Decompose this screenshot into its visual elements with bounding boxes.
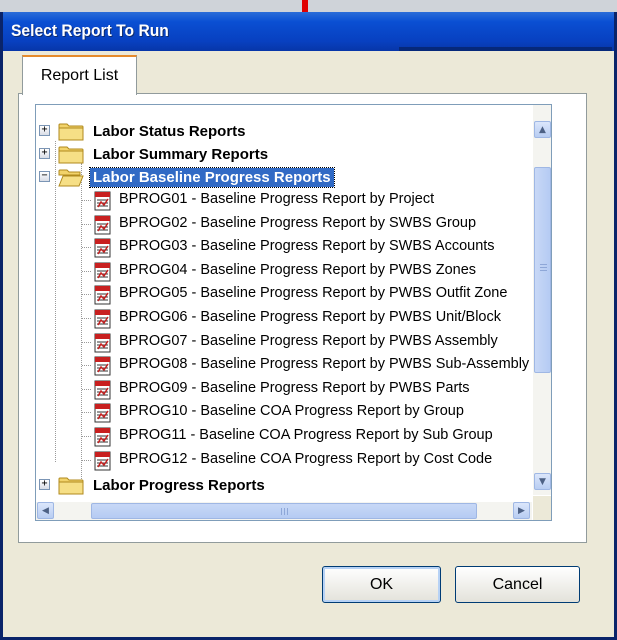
vertical-scrollbar[interactable]: ▲ ▼ (533, 105, 551, 495)
report-item[interactable]: BPROG07 - Baseline Progress Report by PW… (36, 331, 532, 354)
category-label[interactable]: Labor Progress Reports (90, 476, 268, 495)
cancel-button[interactable]: Cancel (455, 566, 580, 603)
report-icon (92, 333, 113, 353)
report-label[interactable]: BPROG02 - Baseline Progress Report by SW… (119, 215, 476, 231)
report-item[interactable]: BPROG05 - Baseline Progress Report by PW… (36, 283, 532, 306)
folder-icon (58, 477, 84, 495)
report-icon (92, 262, 113, 282)
report-label[interactable]: BPROG04 - Baseline Progress Report by PW… (119, 262, 476, 278)
report-label[interactable]: BPROG03 - Baseline Progress Report by SW… (119, 238, 495, 254)
report-icon (92, 238, 113, 258)
tree-guide-line (82, 341, 91, 343)
tab-report-list[interactable]: Report List (22, 55, 137, 95)
expand-icon[interactable]: + (39, 479, 50, 490)
tree-guide-line (82, 436, 91, 437)
window-title: Select Report To Run (11, 21, 169, 40)
report-icon (92, 215, 113, 235)
tree-category-row-selected[interactable]: − Labor Baseline Progress Reports (36, 166, 532, 189)
tree-guide-line (82, 270, 91, 272)
report-item[interactable]: BPROG11 - Baseline COA Progress Report b… (36, 425, 532, 448)
scrollbar-corner (533, 496, 551, 520)
folder-open-icon (58, 169, 84, 187)
report-item[interactable]: BPROG09 - Baseline Progress Report by PW… (36, 378, 532, 401)
report-icon (92, 451, 113, 471)
expand-icon[interactable]: + (39, 148, 50, 159)
report-label[interactable]: BPROG09 - Baseline Progress Report by PW… (119, 380, 470, 396)
tree-guide-line (82, 388, 91, 390)
category-label[interactable]: Labor Status Reports (90, 122, 249, 141)
report-label[interactable]: BPROG10 - Baseline COA Progress Report b… (119, 403, 464, 419)
tree-guide-line (82, 200, 91, 201)
tree-guide-line (82, 459, 91, 461)
folder-icon (58, 123, 84, 141)
report-item[interactable]: BPROG02 - Baseline Progress Report by SW… (36, 213, 532, 236)
report-item[interactable]: BPROG01 - Baseline Progress Report by Pr… (36, 189, 532, 212)
tree-guide-line (82, 318, 91, 319)
horizontal-scroll-thumb[interactable] (91, 503, 477, 519)
report-item[interactable]: BPROG06 - Baseline Progress Report by PW… (36, 307, 532, 330)
title-bar-strip (399, 47, 612, 51)
tree-viewport: + Labor Status Reports + Labor Summary R… (36, 105, 532, 495)
report-label[interactable]: BPROG06 - Baseline Progress Report by PW… (119, 309, 501, 325)
report-label[interactable]: BPROG11 - Baseline COA Progress Report b… (119, 427, 493, 443)
report-item[interactable]: BPROG03 - Baseline Progress Report by SW… (36, 236, 532, 259)
report-label[interactable]: BPROG12 - Baseline COA Progress Report b… (119, 451, 492, 467)
scroll-right-arrow-icon[interactable]: ▶ (513, 502, 530, 519)
expand-icon[interactable]: + (39, 125, 50, 136)
report-label[interactable]: BPROG07 - Baseline Progress Report by PW… (119, 333, 498, 349)
ok-button[interactable]: OK (322, 566, 441, 603)
folder-icon (58, 146, 84, 164)
horizontal-scrollbar[interactable]: ◀ ▶ (36, 502, 532, 520)
report-item[interactable]: BPROG10 - Baseline COA Progress Report b… (36, 401, 532, 424)
scroll-down-arrow-icon[interactable]: ▼ (534, 473, 551, 490)
report-label[interactable]: BPROG08 - Baseline Progress Report by PW… (119, 356, 529, 372)
tree-category-row[interactable]: + Labor Status Reports (36, 120, 532, 143)
report-icon (92, 403, 113, 423)
tree-guide-line (82, 294, 91, 296)
report-item[interactable]: BPROG12 - Baseline COA Progress Report b… (36, 449, 532, 472)
title-bar[interactable]: Select Report To Run (3, 12, 614, 51)
tree-guide-line (82, 247, 91, 249)
tree-guide-line (82, 365, 91, 367)
tree-category-row[interactable]: + Labor Summary Reports (36, 143, 532, 166)
scroll-up-arrow-icon[interactable]: ▲ (534, 121, 551, 138)
report-label[interactable]: BPROG05 - Baseline Progress Report by PW… (119, 285, 507, 301)
tree-category-row[interactable]: + Labor Progress Reports (36, 474, 532, 495)
report-tree[interactable]: + Labor Status Reports + Labor Summary R… (35, 104, 552, 521)
report-item[interactable]: BPROG08 - Baseline Progress Report by PW… (36, 354, 532, 377)
report-icon (92, 309, 113, 329)
category-label[interactable]: Labor Summary Reports (90, 145, 271, 164)
tree-guide-line (82, 412, 91, 414)
report-icon (92, 191, 113, 211)
report-label[interactable]: BPROG01 - Baseline Progress Report by Pr… (119, 191, 434, 207)
report-item[interactable]: BPROG04 - Baseline Progress Report by PW… (36, 260, 532, 283)
scroll-left-arrow-icon[interactable]: ◀ (37, 502, 54, 519)
report-icon (92, 285, 113, 305)
collapse-icon[interactable]: − (39, 171, 50, 182)
vertical-scroll-thumb[interactable] (534, 167, 551, 373)
category-label[interactable]: Labor Baseline Progress Reports (89, 167, 335, 188)
tree-guide-line (82, 223, 91, 225)
report-icon (92, 427, 113, 447)
report-icon (92, 380, 113, 400)
report-icon (92, 356, 113, 376)
